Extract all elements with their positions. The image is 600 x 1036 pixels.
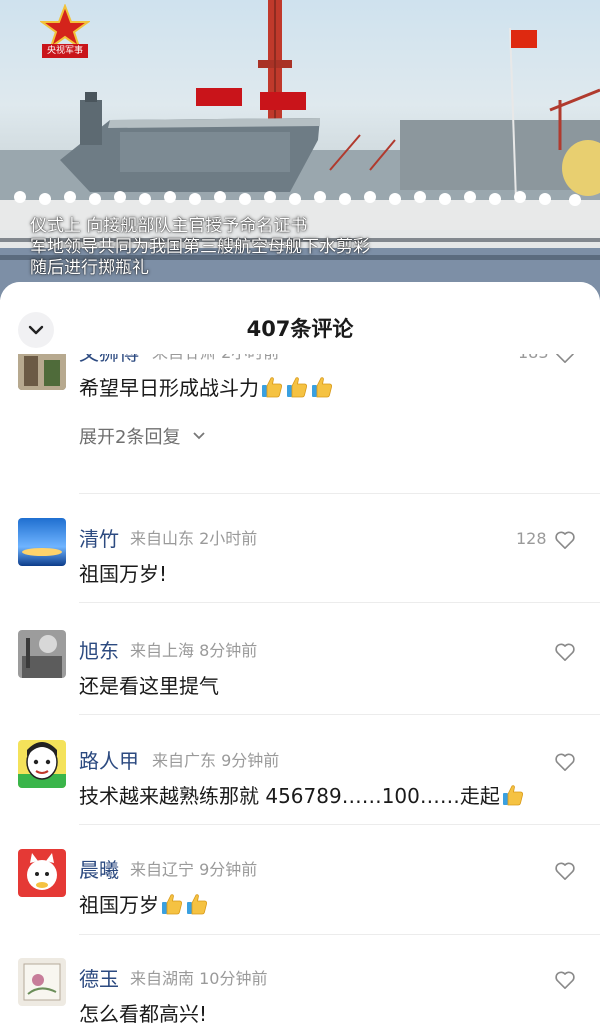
thumbs-up-emoji-icon <box>312 377 332 398</box>
comment-meta: 来自上海 8分钟前 <box>130 641 258 660</box>
thumbs-up-emoji-icon <box>262 377 282 398</box>
comment-meta: 来自山东 2小时前 <box>130 529 258 548</box>
comment-meta: 来自广东 9分钟前 <box>152 751 280 770</box>
like-heart-icon[interactable] <box>554 642 576 662</box>
like-heart-icon[interactable] <box>554 861 576 881</box>
comment-divider <box>79 493 600 494</box>
like-count: 128 <box>516 529 547 548</box>
video-player[interactable]: 央视军事 仪式上 向接舰部队主官授予命名证书 军地领导共同为我国第三艘航空母舰下… <box>0 0 600 300</box>
comment-text: 还是看这里提气 <box>79 674 219 698</box>
comment-divider <box>79 714 600 715</box>
thumbs-up-emoji-icon <box>162 894 182 915</box>
comment-text: 技术越来越熟练那就 456789……100……走起 <box>79 782 525 810</box>
comment-username[interactable]: 旭东 <box>79 638 119 664</box>
like-heart-icon[interactable] <box>554 530 576 550</box>
subtitle-line: 军地领导共同为我国第三艘航空母舰下水剪彩 <box>30 237 370 257</box>
expand-replies-button[interactable]: 展开2条回复 <box>79 425 206 451</box>
comment-text-content: 希望早日形成战斗力 <box>79 376 259 400</box>
chevron-down-icon <box>193 432 205 440</box>
subtitle-line: 仪式上 向接舰部队主官授予命名证书 <box>30 216 308 236</box>
user-avatar[interactable] <box>18 518 66 566</box>
user-avatar[interactable] <box>18 958 66 1006</box>
user-avatar[interactable] <box>18 849 66 897</box>
logo-caption: 央视军事 <box>42 44 88 58</box>
comment-username[interactable]: 清竹 <box>79 526 119 552</box>
subtitle-line: 随后进行掷瓶礼 <box>30 258 149 278</box>
user-avatar[interactable] <box>18 740 66 788</box>
comment-count-title: 407条评论 <box>246 317 354 341</box>
comment-divider <box>79 602 600 603</box>
expand-replies-label: 展开2条回复 <box>79 427 181 448</box>
comment-text: 怎么看都高兴! <box>79 1002 208 1026</box>
comment-meta: 来自湖南 10分钟前 <box>130 969 268 988</box>
like-heart-icon[interactable] <box>554 970 576 990</box>
comment-username[interactable]: 德玉 <box>79 966 119 992</box>
user-avatar[interactable] <box>18 630 66 678</box>
comment-text-content: 祖国万岁 <box>79 893 159 917</box>
red-star-icon <box>40 4 90 48</box>
comment-divider <box>79 824 600 825</box>
comment-text: 祖国万岁 <box>79 891 209 919</box>
like-heart-icon[interactable] <box>554 752 576 772</box>
comment-text: 希望早日形成战斗力 <box>79 374 334 402</box>
thumbs-up-emoji-icon <box>502 785 523 806</box>
comment-username[interactable]: 路人甲 <box>79 748 139 774</box>
comment-sheet-header: 407条评论 <box>0 282 600 354</box>
comment-meta: 来自辽宁 9分钟前 <box>130 860 258 879</box>
thumbs-up-emoji-icon <box>287 377 307 398</box>
thumbs-up-emoji-icon <box>187 894 207 915</box>
comment-username[interactable]: 晨曦 <box>79 857 119 883</box>
comment-text-content: 技术越来越熟练那就 456789……100……走起 <box>79 784 500 808</box>
comment-text: 祖国万岁! <box>79 562 168 586</box>
video-subtitles: 仪式上 向接舰部队主官授予命名证书 军地领导共同为我国第三艘航空母舰下水剪彩 随… <box>30 216 470 279</box>
comment-divider <box>79 934 600 935</box>
comment-sheet: 407条评论 文狮傅 来自甘肃 2小时前 183 希望早日形成战斗力 展开2条回… <box>0 282 600 1036</box>
